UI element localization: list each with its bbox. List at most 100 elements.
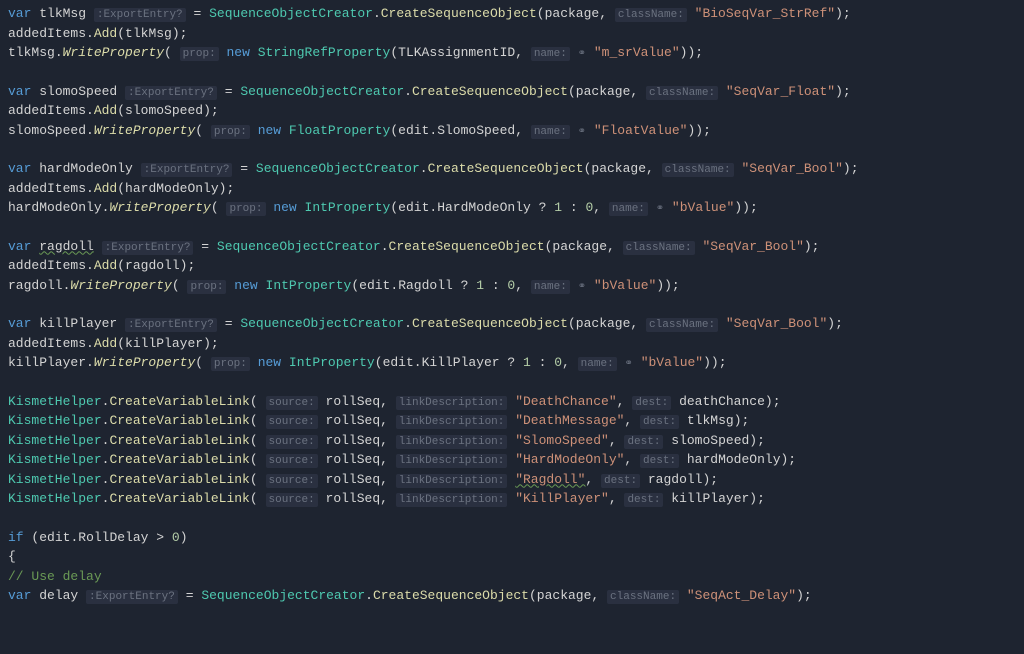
blank-line [8,373,1016,392]
param-hint: dest: [632,396,671,410]
var-ref: addedItems [8,26,86,41]
param-hint: source: [266,435,318,449]
property: HardModeOnly [437,200,531,215]
keyword-var: var [8,161,31,176]
var-ref: tlkMsg [8,45,55,60]
type-name: SequenceObjectCreator [217,239,381,254]
var-ref: ragdoll [648,472,703,487]
param-hint: name: [609,202,648,216]
string-literal: "bValue" [594,278,656,293]
method-name: CreateSequenceObject [428,161,584,176]
method-name: CreateSequenceObject [412,84,568,99]
code-line[interactable]: killPlayer.WriteProperty( prop: new IntP… [8,353,1016,373]
blank-line [8,295,1016,314]
method-name: CreateSequenceObject [412,316,568,331]
code-line[interactable]: slomoSpeed.WriteProperty( prop: new Floa… [8,121,1016,141]
param-hint: name: [531,47,570,61]
var-slomoSpeed: slomoSpeed [39,84,117,99]
method-name: Add [94,336,117,351]
param: package [545,6,600,21]
code-line[interactable]: var killPlayer :ExportEntry? = SequenceO… [8,314,1016,334]
code-line[interactable]: KismetHelper.CreateVariableLink( source:… [8,450,1016,470]
string-literal: "m_srValue" [594,45,680,60]
code-line[interactable]: addedItems.Add(ragdoll); [8,256,1016,276]
var-ref: edit [39,530,70,545]
code-line[interactable]: KismetHelper.CreateVariableLink( source:… [8,411,1016,431]
param-hint: name: [531,280,570,294]
comment: // Use delay [8,569,102,584]
code-line[interactable]: addedItems.Add(tlkMsg); [8,24,1016,44]
property: SlomoSpeed [437,123,515,138]
type-name: IntProperty [266,278,352,293]
code-line[interactable]: // Use delay [8,567,1016,587]
param-hint: dest: [624,435,663,449]
code-line[interactable]: addedItems.Add(hardModeOnly); [8,179,1016,199]
string-literal: "DeathChance" [515,394,616,409]
keyword-new: new [258,123,281,138]
string-literal: "SeqVar_Bool" [702,239,803,254]
var-ref: hardModeOnly [687,452,781,467]
var-ref: rollSeq [326,491,381,506]
ternary-op: : [531,355,554,370]
keyword-var: var [8,316,31,331]
code-line[interactable]: { [8,547,1016,567]
param-hint: prop: [180,47,219,61]
code-line[interactable]: KismetHelper.CreateVariableLink( source:… [8,392,1016,412]
param-hint: linkDescription: [396,435,508,449]
keyword-var: var [8,588,31,603]
method-name: CreateVariableLink [109,491,249,506]
code-line[interactable]: KismetHelper.CreateVariableLink( source:… [8,431,1016,451]
var-ref: slomoSpeed [8,123,86,138]
var-ref: killPlayer [8,355,86,370]
code-line[interactable]: tlkMsg.WriteProperty( prop: new StringRe… [8,43,1016,63]
method-name: Add [94,258,117,273]
code-line[interactable]: addedItems.Add(slomoSpeed); [8,101,1016,121]
string-literal: "HardModeOnly" [515,452,624,467]
method-name: WriteProperty [94,123,195,138]
type-name: SequenceObjectCreator [256,161,420,176]
code-line[interactable]: var delay :ExportEntry? = SequenceObject… [8,586,1016,606]
type-name: KismetHelper [8,472,102,487]
param-hint: source: [266,474,318,488]
var-ref: addedItems [8,258,86,273]
code-line[interactable]: ragdoll.WriteProperty( prop: new IntProp… [8,276,1016,296]
var-ref: slomoSpeed [125,103,203,118]
ternary-op: ? [500,355,523,370]
var-ref: hardModeOnly [125,181,219,196]
code-line[interactable]: var tlkMsg :ExportEntry? = SequenceObjec… [8,4,1016,24]
method-name: CreateVariableLink [109,452,249,467]
code-line[interactable]: var slomoSpeed :ExportEntry? = SequenceO… [8,82,1016,102]
var-ref: rollSeq [326,413,381,428]
type-hint: :ExportEntry? [86,590,178,604]
code-line[interactable]: KismetHelper.CreateVariableLink( source:… [8,470,1016,490]
operator: > [148,530,171,545]
blank-line [8,63,1016,82]
string-literal: "FloatValue" [594,123,688,138]
type-name: IntProperty [289,355,375,370]
code-line[interactable]: KismetHelper.CreateVariableLink( source:… [8,489,1016,509]
param-hint: dest: [601,474,640,488]
var-ref: tlkMsg [125,26,172,41]
method-name: WriteProperty [70,278,171,293]
property: Ragdoll [398,278,453,293]
type-hint: :ExportEntry? [141,163,233,177]
string-literal: "SeqVar_Float" [726,84,835,99]
method-name: Add [94,103,117,118]
type-name: KismetHelper [8,394,102,409]
param-hint: className: [646,86,718,100]
code-line[interactable]: var ragdoll :ExportEntry? = SequenceObje… [8,237,1016,257]
code-line[interactable]: var hardModeOnly :ExportEntry? = Sequenc… [8,159,1016,179]
string-literal: "BioSeqVar_StrRef" [695,6,835,21]
param-hint: source: [266,396,318,410]
var-ref: rollSeq [326,452,381,467]
method-name: CreateVariableLink [109,394,249,409]
code-line[interactable]: hardModeOnly.WriteProperty( prop: new In… [8,198,1016,218]
link-icon: ⚭ [656,204,664,215]
code-line[interactable]: if (edit.RollDelay > 0) [8,528,1016,548]
code-line[interactable]: addedItems.Add(killPlayer); [8,334,1016,354]
link-icon: ⚭ [578,127,586,138]
code-editor[interactable]: var tlkMsg :ExportEntry? = SequenceObjec… [8,4,1016,606]
method-name: CreateVariableLink [109,433,249,448]
string-literal: "bValue" [641,355,703,370]
var-ref: rollSeq [326,433,381,448]
